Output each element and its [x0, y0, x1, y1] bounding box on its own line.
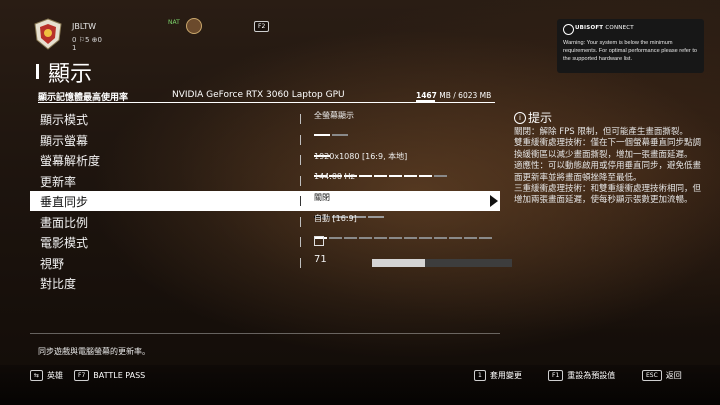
setting-row[interactable]: 螢幕解析度 1920x1080 [16:9, 本地] — [30, 150, 500, 177]
ubisoft-warning-message: Warning: Your system is below the minimu… — [563, 40, 697, 62]
cinematic-checkbox[interactable] — [314, 236, 324, 246]
vram-divider — [38, 102, 495, 103]
hint-title: 提示 — [528, 111, 553, 125]
username: JBLTW — [72, 22, 96, 31]
ubisoft-logo-icon — [563, 24, 574, 35]
ubisoft-brand-bold: UBISOFT — [575, 25, 604, 31]
page-title: 顯示 — [48, 62, 93, 87]
ubisoft-brand: UBISOFT CONNECT — [575, 25, 634, 31]
setting-value: 1920x1080 [16:9, 本地] — [314, 152, 408, 161]
back-label: 返回 — [665, 371, 682, 380]
setting-description: 同步遊戲與電腦螢幕的更新率。 — [38, 347, 150, 356]
setting-label: 對比度 — [40, 277, 77, 291]
setting-value: 144.00 Hz — [314, 171, 355, 181]
setting-row[interactable]: 顯示模式 全螢幕顯示 — [30, 109, 500, 136]
setting-separator — [300, 196, 301, 206]
setting-separator — [300, 175, 301, 186]
hint-body: 關閉：解除 FPS 限制，但可能產生畫面撕裂。 雙重緩衝處理技術：僅在下一個螢幕… — [514, 127, 702, 206]
battle-pass-key: F7 — [74, 370, 90, 381]
title-marker — [36, 64, 39, 79]
fov-slider[interactable] — [372, 258, 512, 267]
reset-defaults-button[interactable]: F1 重設為預設值 — [548, 370, 615, 381]
next-option-arrow-icon[interactable] — [490, 195, 498, 207]
player-emblem-icon[interactable] — [34, 18, 62, 50]
setting-label: 螢幕解析度 — [40, 154, 101, 168]
option-indicator — [314, 121, 350, 136]
setting-separator — [300, 134, 301, 145]
setting-row[interactable]: 顯示螢幕 — [30, 130, 500, 157]
setting-label: 更新率 — [40, 174, 77, 189]
setting-separator — [300, 216, 301, 227]
player-level: 1 — [72, 44, 77, 52]
setting-value: 全螢幕顯示 — [314, 111, 354, 120]
setting-row[interactable]: 垂直同步 關閉 — [30, 191, 500, 218]
description-divider — [30, 333, 500, 334]
setting-label: 畫面比例 — [40, 215, 89, 230]
setting-separator — [300, 155, 301, 165]
info-icon: i — [514, 112, 526, 124]
vram-total: MB / 6023 MB — [439, 91, 492, 100]
vram-used: 1467 — [416, 91, 437, 100]
setting-separator — [300, 237, 301, 247]
nat-label: NAT — [168, 19, 180, 26]
option-indicator — [314, 183, 350, 198]
option-indicator — [314, 162, 449, 177]
option-indicator — [314, 203, 386, 218]
heroes-label: 英雄 — [47, 371, 64, 380]
setting-label: 顯示螢幕 — [40, 133, 89, 148]
reset-key: F1 — [548, 370, 564, 381]
ubisoft-brand-light: CONNECT — [605, 25, 634, 31]
apply-changes-button[interactable]: 1 套用變更 — [474, 370, 522, 381]
party-avatar-icon[interactable] — [186, 18, 202, 34]
setting-value: 71 — [314, 253, 327, 265]
reset-label: 重設為預設值 — [567, 371, 616, 380]
setting-row[interactable]: 對比度 — [30, 273, 500, 293]
option-indicator — [314, 142, 332, 157]
setting-label: 視野 — [40, 256, 65, 271]
settings-list: 顯示模式 全螢幕顯示顯示螢幕螢幕解析度 1920x1080 [16:9, 本地] 更新… — [30, 107, 512, 293]
f2-key[interactable]: F2 — [254, 21, 270, 32]
setting-label: 顯示模式 — [40, 113, 89, 127]
heroes-key: ⇆ — [30, 370, 44, 381]
setting-separator — [300, 257, 301, 268]
heroes-button[interactable]: ⇆ 英雄 — [30, 370, 63, 381]
vram-usage: 1467 MB / 6023 MB — [416, 91, 491, 100]
back-key: ESC — [642, 370, 662, 381]
setting-label: 電影模式 — [40, 236, 89, 250]
setting-value: 關閉 — [314, 193, 330, 202]
back-button[interactable]: ESC 返回 — [642, 370, 682, 381]
hint-panel: i 提示 關閉：解除 FPS 限制，但可能產生畫面撕裂。 雙重緩衝處理技術：僅在… — [508, 107, 706, 293]
vram-usage-bar — [416, 100, 436, 102]
battle-pass-button[interactable]: F7 BATTLE PASS — [74, 370, 145, 381]
fov-slider-fill — [372, 258, 426, 267]
player-stats: 0 ⚐5 ⊕0 — [72, 36, 102, 44]
setting-label: 垂直同步 — [40, 195, 89, 209]
setting-row[interactable]: 更新率 144.00 Hz — [30, 171, 500, 198]
setting-row[interactable]: 畫面比例 自動 [16:9] — [30, 212, 500, 239]
setting-separator — [300, 114, 301, 124]
battle-pass-label: BATTLE PASS — [93, 371, 146, 380]
apply-label: 套用變更 — [489, 371, 522, 380]
setting-value: 自動 [16:9] — [314, 213, 357, 223]
setting-row[interactable]: 電影模式 — [30, 232, 500, 252]
ubisoft-connect-toast[interactable]: UBISOFT CONNECT Warning: Your system is … — [557, 19, 704, 73]
setting-row[interactable]: 視野 71 — [30, 253, 512, 273]
apply-key: 1 — [474, 370, 486, 381]
gpu-name: NVIDIA GeForce RTX 3060 Laptop GPU — [172, 90, 345, 100]
option-indicator — [314, 224, 494, 239]
